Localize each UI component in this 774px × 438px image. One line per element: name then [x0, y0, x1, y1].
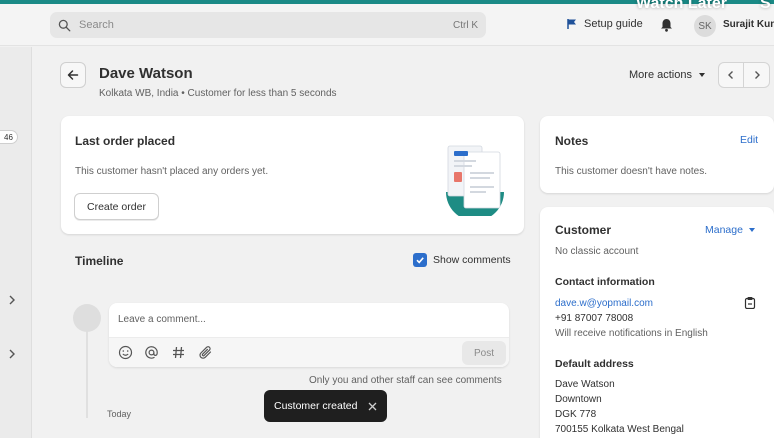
address-line: Downtown: [555, 394, 602, 405]
video-overlay-watch-later: Watch Later: [636, 0, 727, 12]
create-order-button[interactable]: Create order: [74, 193, 159, 220]
video-overlay-corner-letter: S: [760, 0, 771, 12]
timeline-line: [86, 318, 88, 418]
last-order-title: Last order placed: [75, 134, 176, 148]
next-customer-button[interactable]: [744, 62, 770, 88]
address-line: DGK 778: [555, 409, 597, 420]
manage-dropdown[interactable]: Manage: [705, 224, 756, 236]
flag-icon: [567, 19, 576, 29]
customer-email-link[interactable]: dave.w@yopmail.com: [555, 298, 653, 309]
user-name[interactable]: Surajit Kun: [723, 19, 774, 30]
comment-avatar: [73, 304, 101, 332]
chevron-right-icon: [754, 71, 760, 79]
caret-down-icon: [748, 228, 755, 232]
more-actions-button[interactable]: More actions: [629, 69, 706, 81]
notification-language: Will receive notifications in English: [555, 328, 708, 339]
manage-label: Manage: [705, 224, 743, 236]
toast-notification: Customer created: [264, 390, 387, 422]
search-bar[interactable]: Search Ctrl K: [50, 12, 486, 38]
timeline-title: Timeline: [75, 254, 124, 268]
emoji-icon[interactable]: [118, 345, 133, 360]
back-button[interactable]: [60, 62, 86, 88]
avatar[interactable]: SK: [694, 15, 716, 37]
clipboard-icon[interactable]: [744, 296, 756, 309]
search-placeholder: Search: [79, 19, 114, 31]
setup-guide-label: Setup guide: [584, 18, 643, 30]
more-actions-label: More actions: [629, 69, 692, 81]
caret-down-icon: [698, 73, 705, 77]
comment-toolbar: [109, 337, 509, 367]
chevron-left-icon: [728, 71, 733, 79]
customer-card: Customer Manage No classic account Conta…: [540, 207, 774, 438]
sidebar-count-badge: 46: [0, 130, 18, 144]
page-title: Dave Watson: [99, 65, 193, 82]
account-status: No classic account: [555, 246, 639, 257]
default-address-heading: Default address: [555, 358, 634, 370]
address-line: Dave Watson: [555, 379, 615, 390]
last-order-message: This customer hasn't placed any orders y…: [75, 166, 269, 177]
orders-illustration: [446, 145, 504, 216]
close-icon[interactable]: [368, 402, 377, 411]
show-comments-label: Show comments: [433, 254, 511, 266]
sidebar: 46: [0, 47, 32, 438]
comment-box[interactable]: Leave a comment... Post: [109, 303, 509, 367]
notes-card: Notes Edit This customer doesn't have no…: [540, 116, 774, 193]
at-mention-icon[interactable]: [144, 345, 159, 360]
customer-title: Customer: [555, 223, 612, 237]
post-button[interactable]: Post: [462, 341, 506, 365]
setup-guide-button[interactable]: Setup guide: [566, 18, 643, 30]
address-line: 700155 Kolkata West Bengal: [555, 424, 684, 435]
checkbox-checked-icon[interactable]: [413, 253, 427, 267]
notes-message: This customer doesn't have notes.: [555, 166, 707, 177]
contact-heading: Contact information: [555, 276, 655, 288]
bell-icon[interactable]: [660, 18, 673, 32]
last-order-card: Last order placed This customer hasn't p…: [61, 116, 524, 234]
customer-subtitle: Kolkata WB, India • Customer for less th…: [99, 88, 337, 99]
chevron-right-icon[interactable]: [8, 295, 16, 305]
comment-input[interactable]: Leave a comment...: [118, 314, 206, 325]
toast-message: Customer created: [274, 400, 358, 412]
timeline-day-label: Today: [107, 409, 132, 419]
comment-visibility-note: Only you and other staff can see comment…: [309, 375, 502, 386]
hashtag-icon[interactable]: [171, 345, 186, 360]
show-comments-checkbox[interactable]: Show comments: [413, 253, 511, 267]
chevron-right-icon[interactable]: [8, 349, 16, 359]
edit-notes-link[interactable]: Edit: [740, 134, 758, 146]
arrow-left-icon: [67, 70, 79, 80]
search-icon: [58, 19, 71, 31]
search-shortcut: Ctrl K: [453, 19, 478, 31]
notes-title: Notes: [555, 134, 589, 148]
customer-phone: +91 87007 78008: [555, 313, 634, 324]
previous-customer-button[interactable]: [718, 62, 744, 88]
paperclip-icon[interactable]: [198, 345, 213, 360]
